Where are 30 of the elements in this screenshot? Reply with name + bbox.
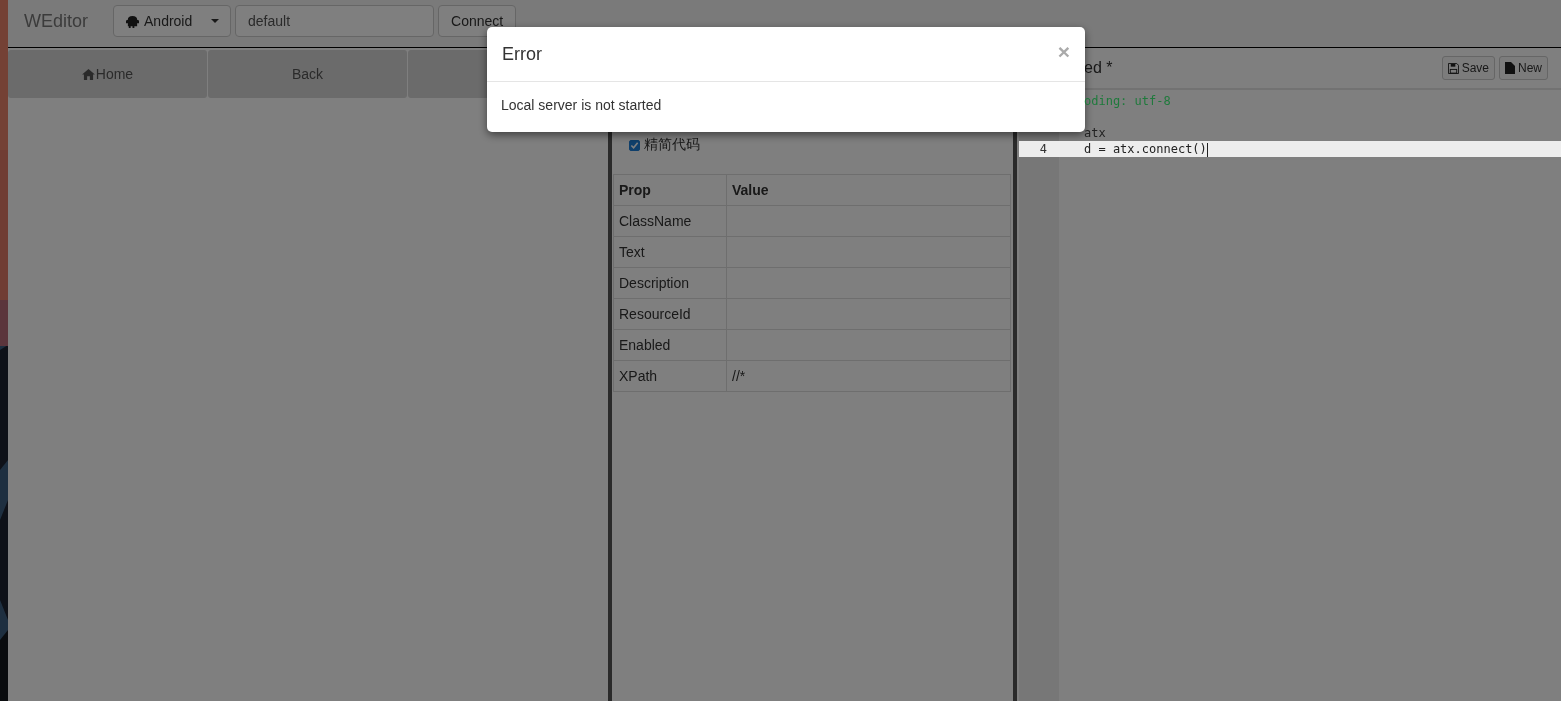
dialog-title: Error xyxy=(502,43,542,65)
table-cell: Enabled xyxy=(613,329,727,361)
robot-icon xyxy=(125,14,140,28)
caret-icon xyxy=(211,19,219,23)
app-brand: WEditor xyxy=(24,10,88,33)
column-header: Prop xyxy=(613,174,727,206)
table-cell: ResourceId xyxy=(613,298,727,330)
checkbox-label: 精简代码 xyxy=(644,136,700,154)
code-text: d = atx.connect() xyxy=(1084,142,1208,156)
device-button[interactable]: Back xyxy=(208,50,407,98)
table-cell: ClassName xyxy=(613,205,727,237)
column-header: Value xyxy=(726,174,1011,206)
save-button[interactable]: Save xyxy=(1441,56,1495,80)
file-title: ed * xyxy=(1084,59,1113,77)
table-cell: Description xyxy=(613,267,727,299)
error-message: Local server is not started xyxy=(501,97,662,113)
line-number: 4 xyxy=(1039,142,1047,156)
device-button[interactable]: Home xyxy=(8,50,207,98)
text-cursor xyxy=(1206,142,1208,157)
table-cell: Text xyxy=(613,236,727,268)
home-icon xyxy=(81,68,95,80)
document-icon xyxy=(1505,62,1515,74)
new-button[interactable]: New xyxy=(1499,56,1548,80)
checkbox[interactable] xyxy=(629,139,640,151)
table-cell: //* xyxy=(726,360,1011,392)
device-field[interactable]: default xyxy=(235,5,434,37)
platform-dropdown[interactable]: Android xyxy=(113,5,231,37)
code-text: atx xyxy=(1084,126,1106,140)
table-cell: XPath xyxy=(613,360,727,392)
close-button[interactable]: × xyxy=(1057,40,1070,62)
